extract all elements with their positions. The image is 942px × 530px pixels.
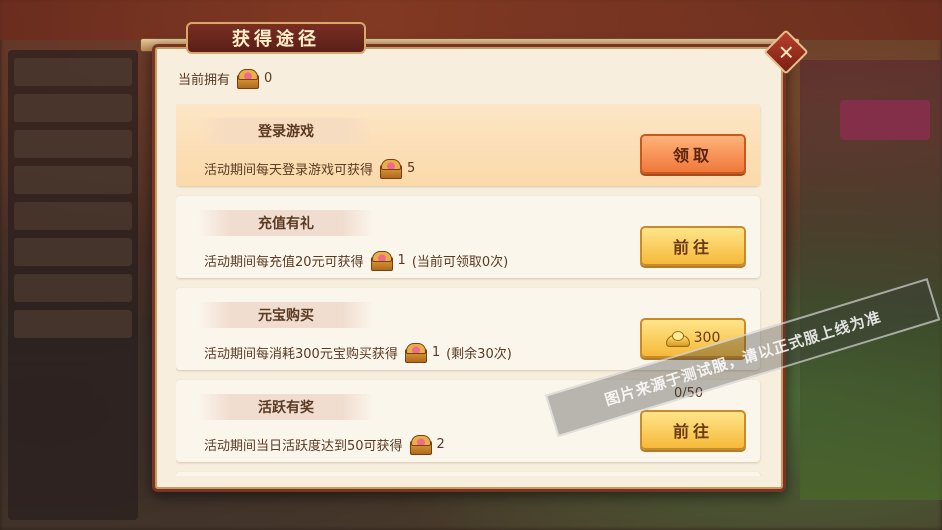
owned-count-row: 当前拥有 0: [178, 66, 272, 90]
task-reward-count: 2: [436, 436, 445, 452]
dialog-title: 获得途径: [186, 22, 366, 54]
task-description: 活动期间每消耗300元宝购买获得 1 (剩余30次): [204, 340, 512, 364]
treasure-chest-icon: [236, 68, 260, 89]
owned-label: 当前拥有: [178, 72, 231, 88]
task-desc-text: 活动期间每充值20元可获得: [204, 254, 364, 270]
task-description: 活动期间当日活跃度达到50可获得 2: [204, 432, 445, 456]
owned-count: 0: [264, 70, 273, 86]
treasure-chest-icon: [379, 158, 403, 179]
task-desc-text: 活动期间当日活跃度达到50可获得: [204, 438, 403, 454]
task-title: 活跃有奖: [198, 394, 374, 420]
task-description: 活动期间每天登录游戏可获得 5: [204, 156, 415, 180]
go-button[interactable]: 前往: [640, 410, 746, 450]
gold-ingot-icon: [665, 331, 690, 347]
treasure-chest-icon: [370, 250, 393, 271]
go-button[interactable]: 前往: [640, 226, 746, 266]
task-title: 登录游戏: [198, 118, 374, 144]
background-left-panel: [8, 50, 138, 520]
task-title: 充值有礼: [198, 210, 374, 236]
task-title: 元宝购买: [198, 302, 374, 328]
task-reward-extra: (当前可领取0次): [411, 254, 509, 270]
task-desc-text: 活动期间每天登录游戏可获得: [204, 162, 374, 178]
task-reward-count: 1: [431, 344, 441, 360]
close-x-icon: ✕: [777, 39, 795, 64]
task-description: 活动期间每充值20元可获得 1 (当前可领取0次): [204, 248, 508, 272]
claim-button-label: 领取: [672, 146, 713, 165]
task-reward-count: 5: [407, 160, 416, 176]
task-reward-extra: (剩余30次): [446, 346, 512, 362]
task-desc-text: 活动期间每消耗300元宝购买获得: [204, 346, 398, 362]
task-card-login: 登录游戏 活动期间每天登录游戏可获得 5 领取: [176, 104, 760, 186]
treasure-chest-icon: [409, 434, 432, 455]
background-top-bar: [0, 0, 942, 40]
background-right-tag: [840, 100, 930, 140]
go-button-label: 前往: [672, 238, 713, 257]
task-list[interactable]: 登录游戏 活动期间每天登录游戏可获得 5 领取 充值有礼 活动期间每充值20元可…: [176, 104, 762, 476]
task-card-recharge: 充值有礼 活动期间每充值20元可获得 1 (当前可领取0次) 前往: [176, 196, 760, 278]
treasure-chest-icon: [404, 342, 427, 363]
task-card-partial: [176, 472, 760, 476]
go-button-label: 前往: [672, 422, 713, 441]
task-reward-count: 1: [397, 252, 406, 268]
claim-button[interactable]: 领取: [640, 134, 746, 174]
